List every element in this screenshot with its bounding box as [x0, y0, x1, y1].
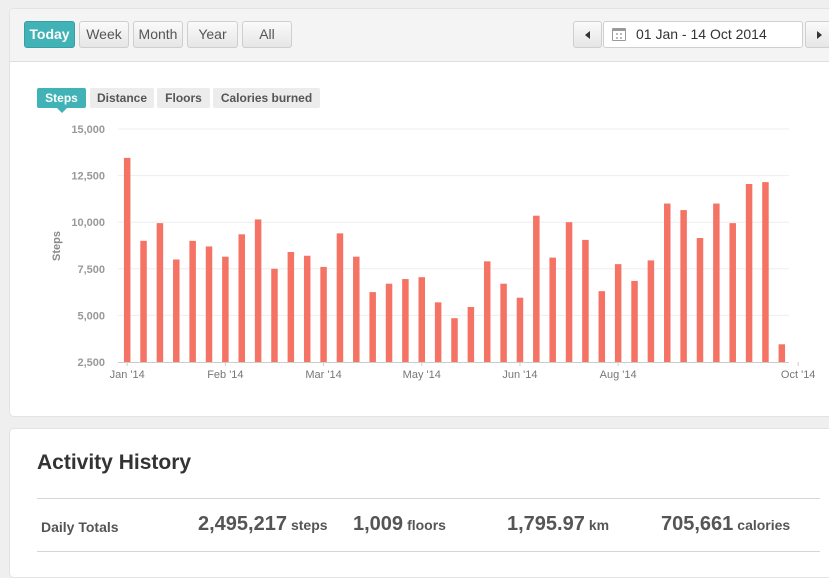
- bar: [254, 219, 262, 362]
- total-calories: 705,661 calories: [661, 513, 790, 536]
- bar: [140, 240, 147, 362]
- bar: [778, 344, 786, 362]
- bar: [238, 234, 245, 362]
- total-steps-value: 2,495,217: [198, 513, 287, 535]
- total-floors-unit: floors: [407, 517, 446, 533]
- bar: [222, 256, 229, 362]
- total-steps-unit: steps: [290, 517, 328, 533]
- y-tick-label: 7,500: [77, 264, 105, 276]
- bar: [745, 183, 753, 362]
- total-calories-unit: calories: [737, 517, 791, 533]
- bar: [303, 255, 311, 362]
- divider: [37, 551, 820, 552]
- x-tick-label: Jan '14: [110, 369, 145, 381]
- bar: [189, 240, 196, 362]
- x-tick-label: Mar '14: [305, 369, 341, 381]
- y-tick-label: 5,000: [77, 310, 105, 322]
- total-distance-unit: km: [588, 517, 610, 533]
- bar: [385, 283, 393, 362]
- bar: [500, 283, 507, 362]
- chart-panel: Today Week Month Year All 01 Jan - 14 Oc…: [9, 8, 829, 417]
- x-tick-label: Jun '14: [502, 369, 537, 381]
- bar: [762, 182, 769, 362]
- total-floors-value: 1,009: [353, 513, 404, 535]
- bar: [631, 280, 638, 362]
- bar: [156, 223, 164, 362]
- bar: [729, 223, 736, 362]
- steps-bar-chart: 15,000 12,500 10,000 7,500 5,000 2,500 Steps Ja…: [51, 124, 816, 381]
- bar: [483, 261, 491, 362]
- total-floors: 1,009 floors: [353, 513, 446, 536]
- bar: [713, 203, 720, 362]
- bar: [598, 291, 606, 362]
- x-tick-label: May '14: [403, 369, 441, 381]
- bar: [320, 266, 327, 362]
- bar: [664, 203, 671, 362]
- x-tick-label: Aug '14: [600, 369, 637, 381]
- bar: [418, 277, 426, 362]
- y-tick-label: 2,500: [77, 357, 105, 369]
- section-title: Activity History: [37, 451, 192, 474]
- total-distance: 1,795.97 km: [507, 513, 609, 536]
- bar: [533, 215, 540, 362]
- bar: [516, 297, 524, 362]
- bar: [205, 246, 213, 362]
- bar: [353, 256, 360, 362]
- y-tick-label: 12,500: [71, 171, 105, 183]
- total-distance-value: 1,795.97: [507, 513, 585, 535]
- bar: [271, 268, 278, 362]
- total-steps: 2,495,217 steps: [198, 513, 328, 536]
- bar: [549, 257, 556, 362]
- bar: [123, 157, 131, 362]
- bar: [614, 264, 622, 362]
- bar: [173, 259, 180, 362]
- bar: [451, 318, 458, 362]
- bar: [647, 260, 655, 362]
- bar: [369, 292, 376, 362]
- bar: [467, 307, 475, 362]
- x-tick-label: Oct '14: [781, 369, 816, 381]
- bar: [565, 222, 573, 362]
- bar: [402, 279, 409, 362]
- bar: [287, 252, 295, 362]
- bar: [336, 233, 344, 362]
- y-axis-title: Steps: [51, 231, 63, 261]
- y-tick-label: 15,000: [71, 124, 105, 136]
- bar: [680, 210, 687, 362]
- bar: [582, 239, 589, 362]
- x-tick-label: Feb '14: [207, 369, 243, 381]
- total-calories-value: 705,661: [661, 513, 734, 535]
- bar: [434, 302, 442, 362]
- y-tick-label: 10,000: [71, 217, 105, 229]
- divider: [37, 498, 820, 499]
- bar: [696, 238, 704, 362]
- daily-totals-label: Daily Totals: [41, 519, 119, 535]
- activity-history-panel: Activity History Daily Totals 2,495,217 s…: [9, 428, 829, 578]
